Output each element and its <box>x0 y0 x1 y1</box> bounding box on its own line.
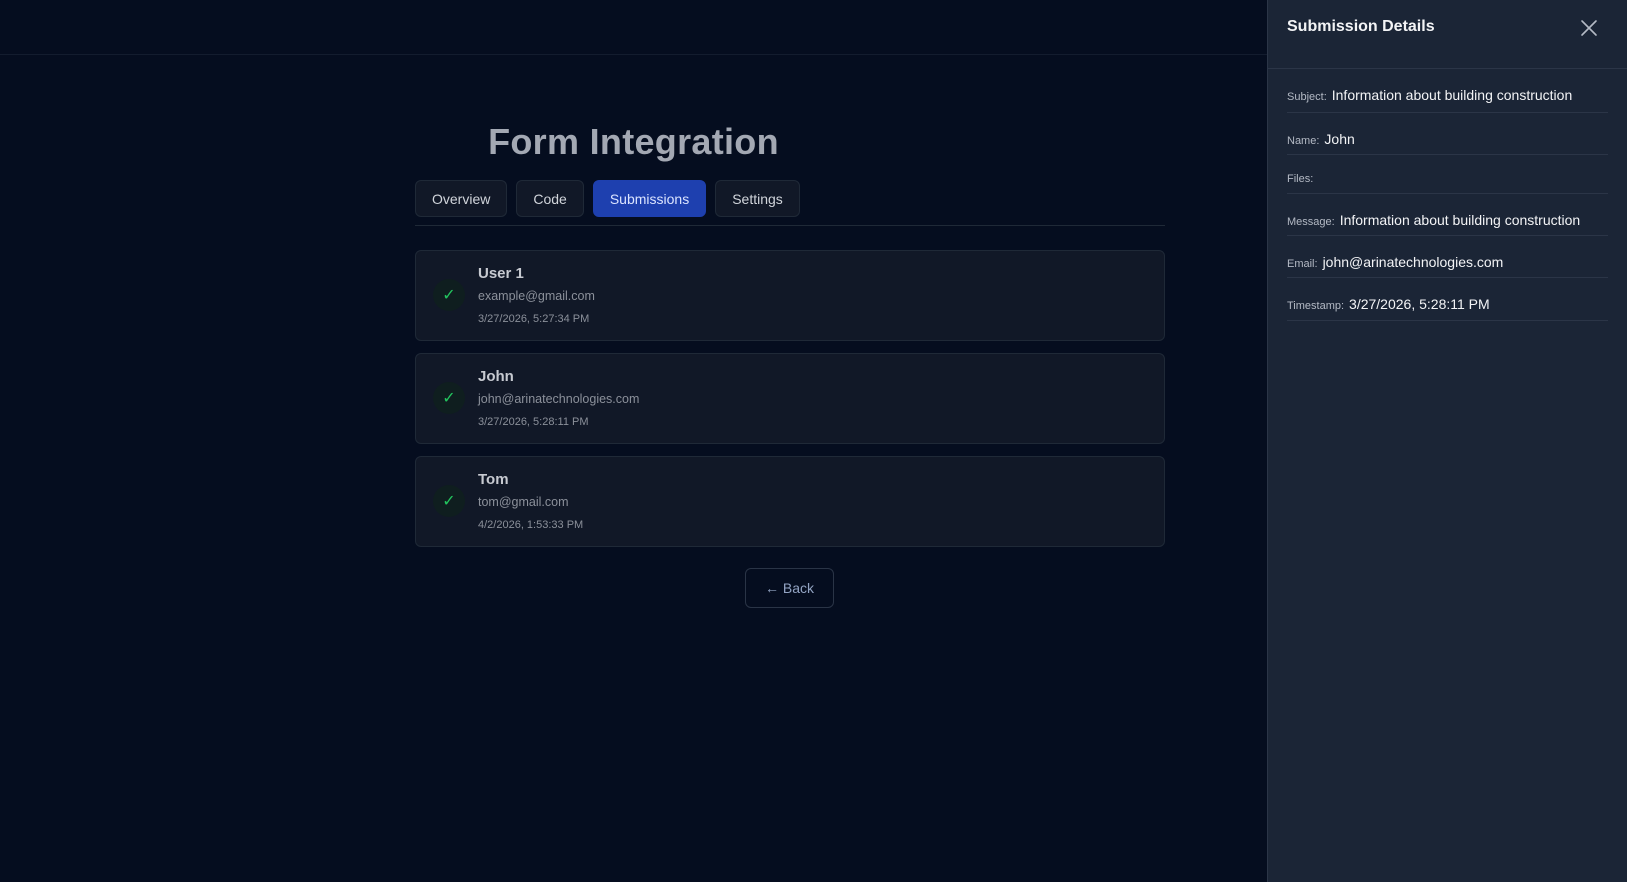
submission-email: john@arinatechnologies.com <box>478 392 640 406</box>
submission-email: tom@gmail.com <box>478 495 569 509</box>
app-root: Form Integration Overview Code Submissio… <box>0 0 1627 882</box>
submission-card[interactable]: ✓ Tom tom@gmail.com 4/2/2026, 1:53:33 PM <box>415 456 1165 547</box>
detail-field-email: Email: john@arinatechnologies.com <box>1287 236 1608 278</box>
field-label: Subject: <box>1287 91 1327 103</box>
field-value: John <box>1324 131 1355 147</box>
check-icon: ✓ <box>433 279 465 311</box>
field-value: Information about building construction <box>1339 212 1581 228</box>
field-value: Information about building construction <box>1331 87 1573 103</box>
submission-details-panel: Submission Details Subject: Information … <box>1267 0 1627 882</box>
main-content: Form Integration Overview Code Submissio… <box>0 55 1267 882</box>
tab-bar: Overview Code Submissions Settings <box>415 180 1165 226</box>
field-value: john@arinatechnologies.com <box>1322 254 1504 270</box>
submission-list: ✓ User 1 example@gmail.com 3/27/2026, 5:… <box>415 250 1165 547</box>
submission-timestamp: 3/27/2026, 5:28:11 PM <box>478 416 589 428</box>
tab-submissions[interactable]: Submissions <box>592 180 707 217</box>
submission-timestamp: 3/27/2026, 5:27:34 PM <box>478 313 590 325</box>
detail-field-subject: Subject: Information about building cons… <box>1287 69 1608 113</box>
field-label: Message: <box>1287 216 1335 228</box>
check-icon: ✓ <box>433 382 465 414</box>
top-bar <box>0 0 1267 55</box>
submission-card[interactable]: ✓ John john@arinatechnologies.com 3/27/2… <box>415 353 1165 444</box>
field-label: Files: <box>1287 173 1314 185</box>
detail-field-timestamp: Timestamp: 3/27/2026, 5:28:11 PM <box>1287 278 1608 321</box>
detail-field-message: Message: Information about building cons… <box>1287 194 1608 236</box>
field-label: Timestamp: <box>1287 300 1345 312</box>
tab-settings[interactable]: Settings <box>715 180 800 217</box>
panel-title: Submission Details <box>1287 18 1435 35</box>
detail-field-files: Files: <box>1287 155 1608 194</box>
check-icon: ✓ <box>433 485 465 517</box>
page-title: Form Integration <box>488 121 779 162</box>
submission-email: example@gmail.com <box>478 289 595 303</box>
detail-field-name: Name: John <box>1287 113 1608 155</box>
field-label: Email: <box>1287 258 1318 270</box>
submission-name: John <box>478 368 514 385</box>
tab-overview[interactable]: Overview <box>415 180 508 217</box>
tab-code[interactable]: Code <box>516 180 584 217</box>
detail-fields: Subject: Information about building cons… <box>1268 69 1627 321</box>
panel-header: Submission Details <box>1268 0 1627 69</box>
back-button[interactable]: ← Back <box>745 568 834 608</box>
submission-name: Tom <box>478 471 509 488</box>
field-value: 3/27/2026, 5:28:11 PM <box>1349 296 1490 312</box>
field-label: Name: <box>1287 135 1320 147</box>
close-icon[interactable] <box>1577 16 1601 40</box>
submission-card[interactable]: ✓ User 1 example@gmail.com 3/27/2026, 5:… <box>415 250 1165 341</box>
submission-name: User 1 <box>478 265 524 282</box>
submission-timestamp: 4/2/2026, 1:53:33 PM <box>478 519 584 531</box>
